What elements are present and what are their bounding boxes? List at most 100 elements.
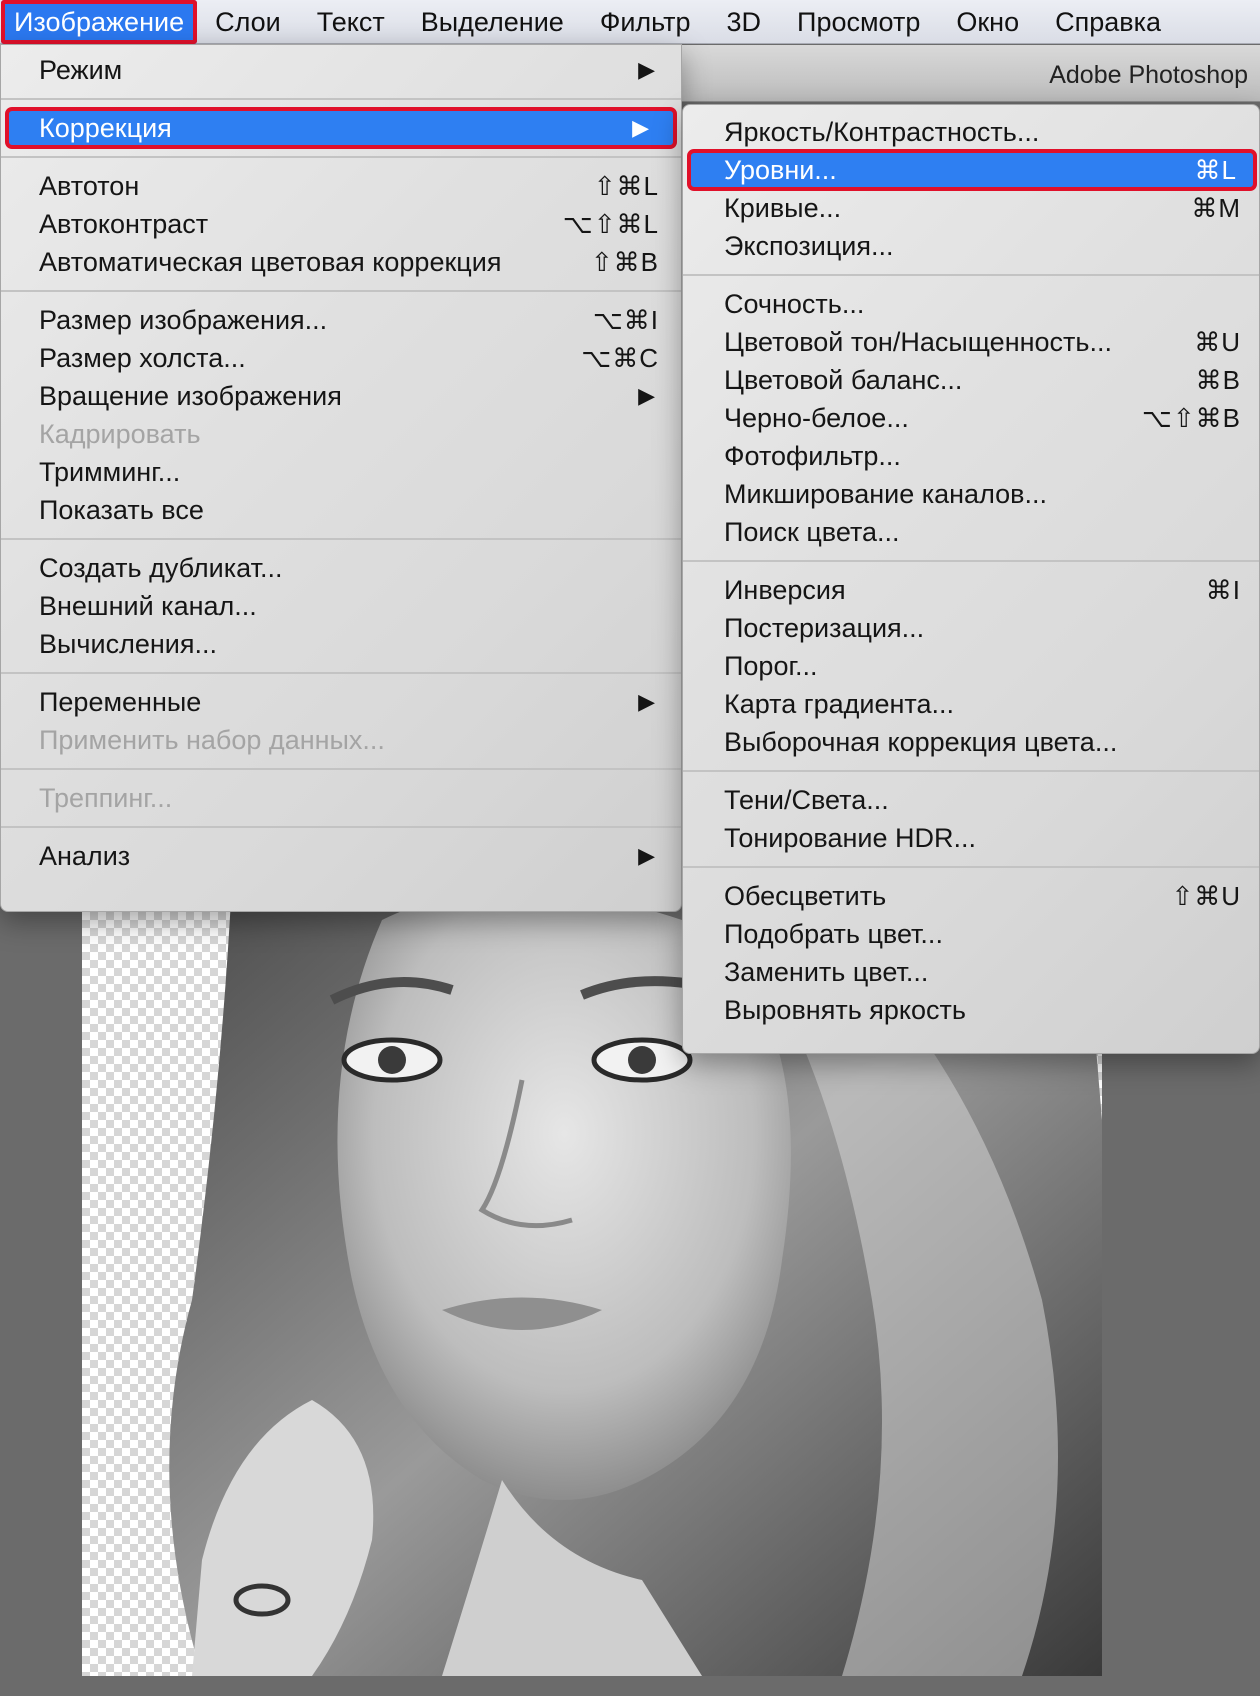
menu-item-correction[interactable]: Коррекция ▶ (5, 107, 677, 149)
menu-item-posterize[interactable]: Постеризация... (683, 609, 1259, 647)
menu-item-label: Тени/Света... (724, 785, 889, 815)
menu-item-label: Внешний канал... (39, 591, 257, 621)
shortcut-label: ⌘I (1205, 575, 1241, 605)
menu-item-shadows-highlights[interactable]: Тени/Света... (683, 781, 1259, 819)
menu-item-autocolor[interactable]: Автоматическая цветовая коррекция ⇧⌘B (1, 243, 681, 281)
menu-item-gradient-map[interactable]: Карта градиента... (683, 685, 1259, 723)
menu-item-vibrance[interactable]: Сочность... (683, 285, 1259, 323)
menu-3d[interactable]: 3D (709, 0, 780, 44)
menu-separator (1, 672, 681, 674)
shortcut-label: ⌥⌘C (581, 343, 659, 373)
menu-window[interactable]: Окно (938, 0, 1037, 44)
menu-image[interactable]: Изображение (1, 0, 198, 44)
app-title: Adobe Photoshop (1049, 61, 1248, 89)
menu-item-label: Автоконтраст (39, 209, 209, 239)
menu-item-duplicate[interactable]: Создать дубликат... (1, 549, 681, 587)
shortcut-label: ⌘M (1191, 193, 1241, 223)
menu-item-label: Яркость/Контрастность... (724, 117, 1040, 147)
menu-item-label: Черно-белое... (724, 403, 909, 433)
menu-item-mode[interactable]: Режим ▶ (1, 51, 681, 89)
menu-item-label: Цветовой тон/Насыщенность... (724, 327, 1112, 357)
menu-item-label: Заменить цвет... (724, 957, 929, 987)
image-menu: Режим ▶ Коррекция ▶ Автотон ⇧⌘L Автоконтрас… (0, 44, 682, 912)
menu-item-color-balance[interactable]: Цветовой баланс... ⌘B (683, 361, 1259, 399)
shortcut-label: ⌘B (1195, 365, 1241, 395)
shortcut-label: ⌥⇧⌘B (1141, 403, 1241, 433)
menu-item-hdr-toning[interactable]: Тонирование HDR... (683, 819, 1259, 857)
menu-text[interactable]: Текст (299, 0, 403, 44)
menu-select[interactable]: Выделение (403, 0, 582, 44)
menu-item-label: Применить набор данных... (39, 725, 385, 755)
submenu-arrow-icon: ▶ (638, 57, 655, 82)
menu-item-replace-color[interactable]: Заменить цвет... (683, 953, 1259, 991)
menu-item-apply-dataset: Применить набор данных... (1, 721, 681, 759)
menu-separator (683, 866, 1259, 868)
menu-item-label: Треппинг... (39, 783, 173, 813)
menu-item-label: Сочность... (724, 289, 865, 319)
menu-item-autocontrast[interactable]: Автоконтраст ⌥⇧⌘L (1, 205, 681, 243)
menu-item-calculations[interactable]: Вычисления... (1, 625, 681, 663)
menu-item-brightness-contrast[interactable]: Яркость/Контрастность... (683, 113, 1259, 151)
menu-item-rotation[interactable]: Вращение изображения ▶ (1, 377, 681, 415)
menu-item-label: Анализ (39, 841, 131, 871)
menu-separator (1, 98, 681, 100)
menu-item-label: Микширование каналов... (724, 479, 1047, 509)
menu-layers[interactable]: Слои (197, 0, 299, 44)
menu-item-label: Автоматическая цветовая коррекция (39, 247, 502, 277)
menu-item-threshold[interactable]: Порог... (683, 647, 1259, 685)
shortcut-label: ⇧⌘L (593, 171, 659, 201)
menu-item-label: Выровнять яркость (724, 995, 966, 1025)
menu-item-label: Цветовой баланс... (724, 365, 963, 395)
menu-separator (1, 538, 681, 540)
menu-item-label: Выборочная коррекция цвета... (724, 727, 1118, 757)
menu-item-black-white[interactable]: Черно-белое... ⌥⇧⌘B (683, 399, 1259, 437)
menu-view[interactable]: Просмотр (779, 0, 938, 44)
menu-item-color-lookup[interactable]: Поиск цвета... (683, 513, 1259, 551)
menu-separator (683, 770, 1259, 772)
menu-item-photo-filter[interactable]: Фотофильтр... (683, 437, 1259, 475)
menu-item-label: Уровни... (724, 155, 837, 185)
menu-separator (683, 560, 1259, 562)
menu-item-desaturate[interactable]: Обесцветить ⇧⌘U (683, 877, 1259, 915)
menu-item-autotone[interactable]: Автотон ⇧⌘L (1, 167, 681, 205)
menu-item-levels[interactable]: Уровни... ⌘L (687, 149, 1257, 191)
menu-separator (1, 768, 681, 770)
menu-item-label: Фотофильтр... (724, 441, 901, 471)
menu-item-analysis[interactable]: Анализ ▶ (1, 837, 681, 875)
menu-item-reveal-all[interactable]: Показать все (1, 491, 681, 529)
menu-item-label: Карта градиента... (724, 689, 954, 719)
menu-filter[interactable]: Фильтр (582, 0, 709, 44)
menu-separator (683, 274, 1259, 276)
menu-item-label: Автотон (39, 171, 140, 201)
menu-item-variables[interactable]: Переменные ▶ (1, 683, 681, 721)
menu-item-label: Экспозиция... (724, 231, 894, 261)
submenu-arrow-icon: ▶ (632, 115, 649, 140)
menu-item-label: Тримминг... (39, 457, 181, 487)
menu-item-trap: Треппинг... (1, 779, 681, 817)
menu-item-label: Создать дубликат... (39, 553, 283, 583)
submenu-arrow-icon: ▶ (638, 383, 655, 408)
menu-item-curves[interactable]: Кривые... ⌘M (683, 189, 1259, 227)
menu-item-label: Кривые... (724, 193, 842, 223)
menu-item-match-color[interactable]: Подобрать цвет... (683, 915, 1259, 953)
menu-item-canvas-size[interactable]: Размер холста... ⌥⌘C (1, 339, 681, 377)
menu-item-invert[interactable]: Инверсия ⌘I (683, 571, 1259, 609)
menu-help[interactable]: Справка (1037, 0, 1179, 44)
menu-item-label: Коррекция (39, 113, 172, 143)
menu-item-image-size[interactable]: Размер изображения... ⌥⌘I (1, 301, 681, 339)
menu-item-label: Постеризация... (724, 613, 925, 643)
menu-item-selective-color[interactable]: Выборочная коррекция цвета... (683, 723, 1259, 761)
menu-item-channel-mixer[interactable]: Микширование каналов... (683, 475, 1259, 513)
menu-separator (1, 290, 681, 292)
menu-item-label: Поиск цвета... (724, 517, 900, 547)
menu-bar: Изображение Слои Текст Выделение Фильтр … (0, 0, 1260, 44)
shortcut-label: ⌥⇧⌘L (562, 209, 659, 239)
shortcut-label: ⇧⌘U (1171, 881, 1241, 911)
menu-item-label: Тонирование HDR... (724, 823, 976, 853)
menu-item-trim[interactable]: Тримминг... (1, 453, 681, 491)
menu-item-apply-image[interactable]: Внешний канал... (1, 587, 681, 625)
menu-item-exposure[interactable]: Экспозиция... (683, 227, 1259, 265)
menu-item-hue-saturation[interactable]: Цветовой тон/Насыщенность... ⌘U (683, 323, 1259, 361)
menu-item-label: Размер изображения... (39, 305, 328, 335)
menu-item-equalize[interactable]: Выровнять яркость (683, 991, 1259, 1029)
